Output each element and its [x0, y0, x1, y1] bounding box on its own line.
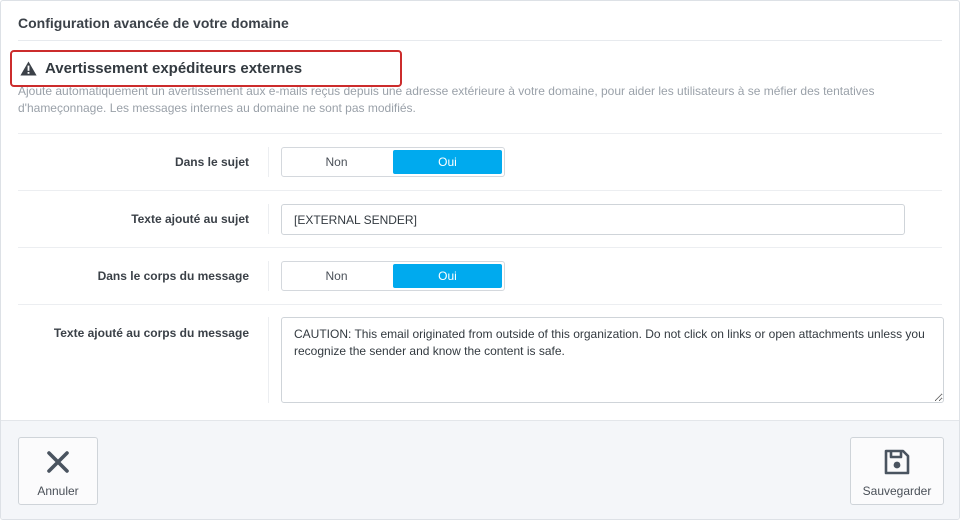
row-divider	[18, 247, 942, 248]
column-divider	[268, 317, 269, 403]
floppy-disk-icon	[883, 448, 911, 476]
column-divider	[268, 261, 269, 291]
panel-title: Configuration avancée de votre domaine	[18, 15, 289, 31]
body-toggle-yes[interactable]: Oui	[393, 264, 502, 288]
cancel-button-label: Annuler	[37, 484, 79, 498]
row-divider	[18, 133, 942, 134]
close-icon	[44, 448, 72, 476]
subject-toggle-yes[interactable]: Oui	[393, 150, 502, 174]
subject-text-input[interactable]	[281, 204, 905, 235]
section-header: Avertissement expéditeurs externes	[10, 50, 402, 87]
warning-triangle-icon	[20, 61, 37, 76]
footer-bar: Annuler Sauvegarder	[1, 420, 959, 519]
subject-toggle-label: Dans le sujet	[174, 155, 249, 169]
column-divider	[268, 204, 269, 234]
body-text-label: Texte ajouté au corps du message	[53, 326, 249, 340]
save-button[interactable]: Sauvegarder	[850, 437, 944, 505]
body-text-area[interactable]: CAUTION: This email originated from outs…	[281, 317, 944, 403]
body-toggle[interactable]: Non Oui	[281, 261, 505, 291]
save-button-label: Sauvegarder	[862, 484, 932, 498]
body-toggle-no[interactable]: Non	[282, 262, 391, 290]
subject-text-label: Texte ajouté au sujet	[131, 212, 249, 226]
body-toggle-label: Dans le corps du message	[97, 269, 249, 283]
section-description: Ajoute automatiquement un avertissement …	[18, 84, 875, 115]
subject-toggle[interactable]: Non Oui	[281, 147, 505, 177]
row-divider	[18, 190, 942, 191]
cancel-button[interactable]: Annuler	[18, 437, 98, 505]
title-divider	[18, 40, 942, 41]
row-divider	[18, 304, 942, 305]
domain-config-panel: Configuration avancée de votre domaine A…	[0, 0, 960, 520]
column-divider	[268, 147, 269, 177]
section-title: Avertissement expéditeurs externes	[45, 60, 303, 77]
subject-toggle-no[interactable]: Non	[282, 148, 391, 176]
